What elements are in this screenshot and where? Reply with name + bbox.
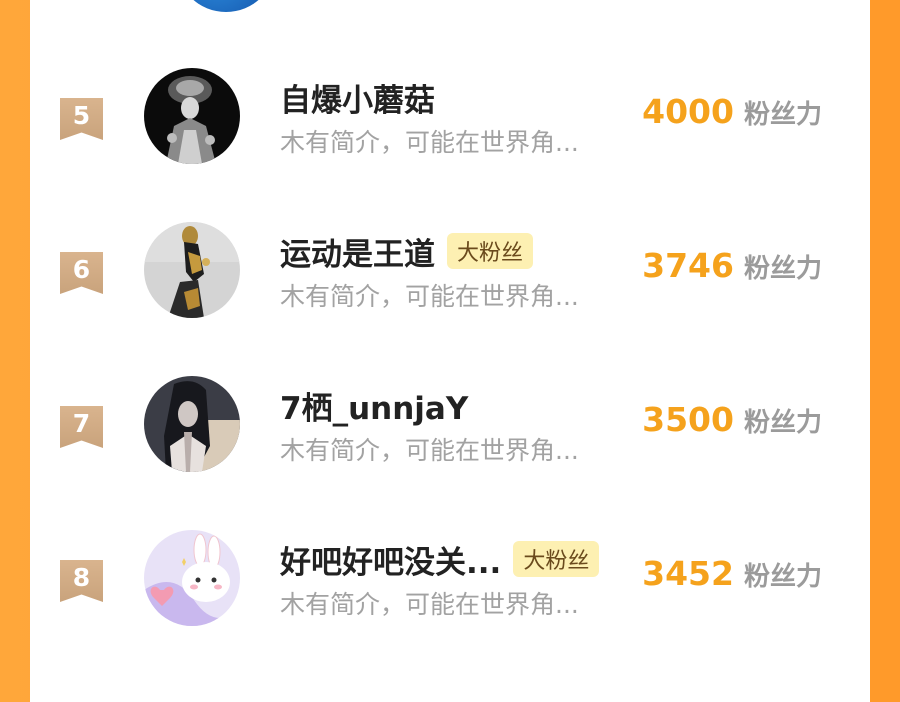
fan-score: 3746 粉丝力 — [642, 246, 822, 285]
fan-ranking-panel: 5 自爆小蘑菇 木有简介，可能在世界角... 4000 粉丝力 6 运动是王道 … — [30, 0, 870, 702]
fan-level-badge: 大粉丝 — [513, 541, 600, 577]
bunny-cartoon-icon — [144, 530, 240, 626]
username[interactable]: 自爆小蘑菇 — [280, 75, 435, 120]
ranking-row[interactable]: 7 7栖_unnjaY 木有简介，可能在世界角... 3500 粉丝力 — [30, 376, 870, 530]
user-bio: 木有简介，可能在世界角... — [280, 590, 579, 619]
username[interactable]: 7栖_unnjaY — [280, 383, 468, 428]
fan-score: 3500 粉丝力 — [642, 400, 822, 439]
ranking-row[interactable]: 8 好吧好吧没关... 大粉丝 木有简介，可能在世界角... 3452 粉丝力 — [30, 530, 870, 684]
ranking-row[interactable]: 6 运动是王道 大粉丝 木有简介，可能在世界角... 3746 粉丝力 — [30, 222, 870, 376]
rank-number: 5 — [72, 101, 91, 130]
avatar[interactable] — [144, 68, 240, 164]
fan-level-badge: 大粉丝 — [447, 233, 534, 269]
rank-badge: 7 — [60, 406, 103, 448]
avatar[interactable] — [144, 530, 240, 626]
rank-number: 7 — [72, 409, 91, 438]
rank-badge: 5 — [60, 98, 103, 140]
long-hair-portrait-icon — [144, 376, 240, 472]
fan-score: 4000 粉丝力 — [642, 92, 822, 131]
score-value: 3746 — [642, 246, 734, 285]
ranking-row[interactable]: 5 自爆小蘑菇 木有简介，可能在世界角... 4000 粉丝力 — [30, 68, 870, 222]
golden-figure-portrait-icon — [144, 222, 240, 318]
dark-costume-portrait-icon — [144, 68, 240, 164]
avatar[interactable] — [176, 0, 276, 12]
user-bio: 木有简介，可能在世界角... — [280, 128, 579, 157]
rank-badge: 6 — [60, 252, 103, 294]
fan-score: 3452 粉丝力 — [642, 554, 822, 593]
score-value: 3500 — [642, 400, 734, 439]
rank-number: 6 — [72, 255, 91, 284]
score-unit: 粉丝力 — [743, 408, 822, 438]
username[interactable]: 好吧好吧没关... — [280, 537, 501, 582]
user-bio: 木有简介，可能在世界角... — [280, 282, 579, 311]
score-value: 4000 — [642, 92, 734, 131]
avatar[interactable] — [144, 222, 240, 318]
score-value: 3452 — [642, 554, 734, 593]
username[interactable]: 运动是王道 — [280, 229, 435, 274]
score-unit: 粉丝力 — [743, 562, 822, 592]
score-unit: 粉丝力 — [743, 100, 822, 130]
user-bio: 木有简介，可能在世界角... — [280, 436, 579, 465]
score-unit: 粉丝力 — [743, 254, 822, 284]
rank-number: 8 — [72, 563, 91, 592]
rank-badge: 8 — [60, 560, 103, 602]
avatar[interactable] — [144, 376, 240, 472]
